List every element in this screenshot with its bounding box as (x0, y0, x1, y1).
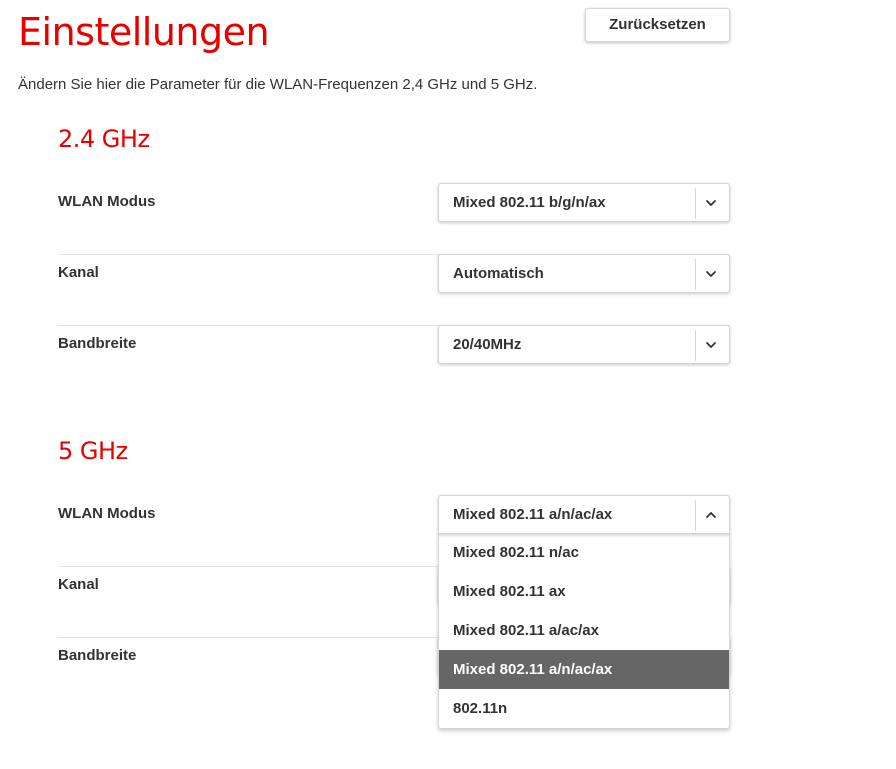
bandwidth-select-2-4ghz[interactable]: 20/40MHz (438, 325, 730, 364)
select-value: Mixed 802.11 b/g/n/ax (453, 194, 606, 211)
channel-select-2-4ghz[interactable]: Automatisch (438, 254, 730, 293)
dropdown-option[interactable]: 802.11n (439, 689, 729, 728)
row-label: WLAN Modus (58, 193, 156, 210)
row-label: Bandbreite (58, 647, 137, 664)
wlan-mode-select-2-4ghz[interactable]: Mixed 802.11 b/g/n/ax (438, 183, 730, 222)
row-2-4ghz-kanal: Kanal Automatisch (58, 254, 730, 326)
select-divider (695, 259, 696, 290)
chevron-down-icon[interactable] (702, 196, 720, 210)
row-2-4ghz-bandbreite: Bandbreite 20/40MHz (58, 325, 730, 396)
select-divider (695, 188, 696, 219)
page-title: Einstellungen (18, 10, 270, 54)
select-value: Mixed 802.11 a/n/ac/ax (453, 506, 613, 523)
chevron-down-icon[interactable] (702, 338, 720, 352)
row-2-4ghz-wlan-mode: WLAN Modus Mixed 802.11 b/g/n/ax (58, 183, 730, 255)
dropdown-option-selected[interactable]: Mixed 802.11 a/n/ac/ax (439, 650, 729, 689)
section-title-5ghz: 5 GHz (58, 437, 128, 465)
dropdown-option[interactable]: Mixed 802.11 n/ac (439, 533, 729, 572)
wlan-mode-dropdown-5ghz: Mixed 802.11 n/ac Mixed 802.11 ax Mixed … (438, 533, 730, 729)
select-divider (695, 330, 696, 361)
row-label: WLAN Modus (58, 505, 156, 522)
wlan-mode-select-5ghz[interactable]: Mixed 802.11 a/n/ac/ax (438, 495, 730, 534)
dropdown-option[interactable]: Mixed 802.11 ax (439, 572, 729, 611)
reset-button[interactable]: Zurücksetzen (585, 8, 730, 42)
chevron-down-icon[interactable] (702, 267, 720, 281)
intro-text: Ändern Sie hier die Parameter für die WL… (18, 76, 538, 93)
dropdown-option[interactable]: Mixed 802.11 a/ac/ax (439, 611, 729, 650)
select-value: 20/40MHz (453, 336, 522, 353)
chevron-up-icon[interactable] (702, 508, 720, 522)
row-label: Kanal (58, 576, 99, 593)
select-value: Automatisch (453, 265, 544, 282)
row-label: Kanal (58, 264, 99, 281)
row-label: Bandbreite (58, 335, 137, 352)
settings-page: Einstellungen Zurücksetzen Ändern Sie hi… (0, 0, 896, 769)
select-divider (695, 500, 696, 531)
section-title-2-4ghz: 2.4 GHz (58, 125, 150, 153)
